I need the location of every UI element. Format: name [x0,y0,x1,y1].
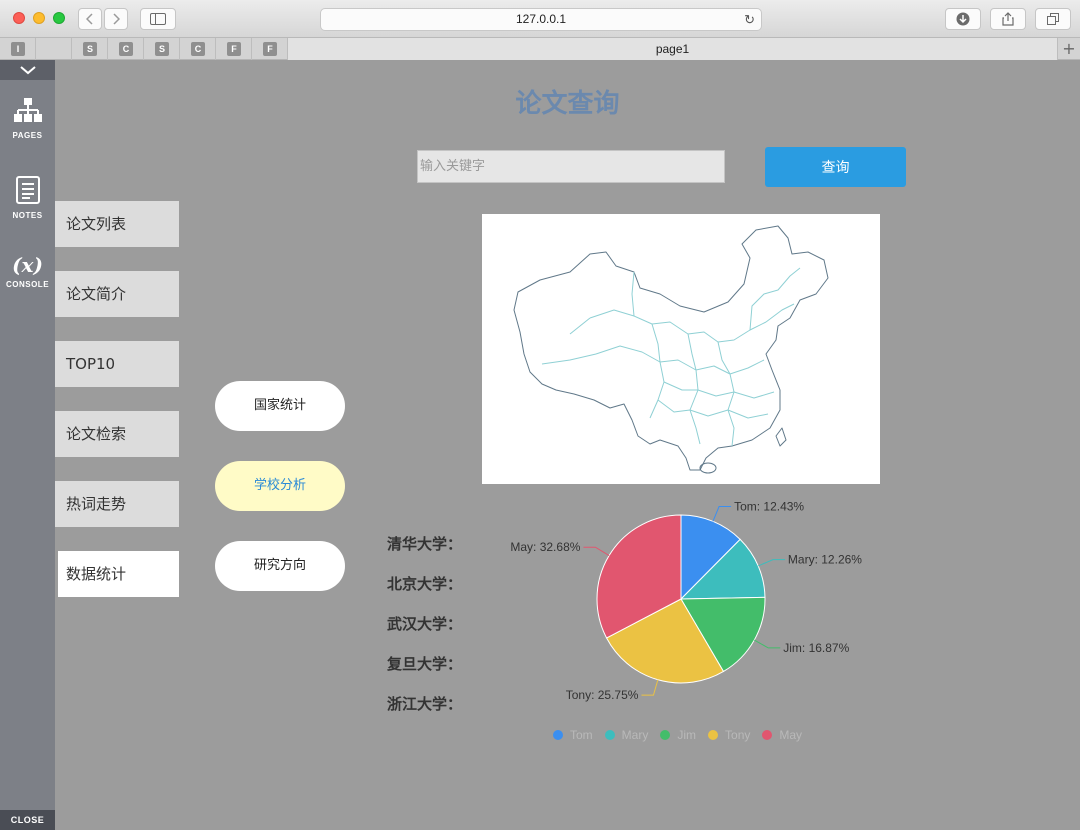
notes-label: NOTES [12,211,43,220]
pinned-tab-2[interactable] [36,38,72,60]
forward-button[interactable] [104,8,128,30]
university-label: 清华大学： [387,535,463,553]
subnav-school-analysis[interactable]: 学校分析 [215,461,345,511]
pages-tool[interactable]: PAGES [0,98,55,140]
subnav-country-stats[interactable]: 国家统计 [215,381,345,431]
chevron-right-icon [113,13,120,25]
address-bar[interactable]: 127.0.0.1 ↻ [320,8,762,31]
search-input[interactable] [417,150,725,183]
tool-strip: PAGES NOTES (x) CONSOLE CLOSE [0,60,55,830]
pie-chart-svg: Tom: 12.43% Mary: 12.26% Jim: 16.87% Tony: … [510,500,862,703]
university-label: 武汉大学： [387,615,463,633]
tabs-icon [1047,13,1059,25]
nav-item-paper-intro[interactable]: 论文简介 [55,271,179,317]
sidebar-toggle-button[interactable] [140,8,176,30]
pinned-tab-icon: F [263,42,277,56]
legend-item-tony[interactable]: Tony [708,728,750,742]
minimize-window-button[interactable] [33,12,45,24]
legend-swatch [604,730,615,740]
browser-titlebar: 127.0.0.1 ↻ [0,0,1080,38]
tab-page1[interactable]: page1 [288,38,1058,60]
download-icon [956,12,970,26]
university-label: 浙江大学： [387,695,463,713]
legend-item-may[interactable]: May [762,728,802,742]
nav-item-hotword-trend[interactable]: 热词走势 [55,481,179,527]
close-toolstrip-button[interactable]: CLOSE [0,810,55,830]
share-button[interactable] [990,8,1026,30]
pinned-tab-3[interactable]: S [72,38,108,60]
pinned-tab-icon: S [83,42,97,56]
university-label: 复旦大学： [387,655,463,673]
pie-data-label: Tom: 12.43% [734,500,804,514]
legend-swatch [660,730,671,740]
legend-label: May [779,728,803,742]
collapse-toolstrip-button[interactable] [0,60,55,80]
console-label: CONSOLE [5,280,50,289]
page-title: 论文查询 [515,89,620,119]
pinned-tab-6[interactable]: C [180,38,216,60]
console-tool[interactable]: (x) CONSOLE [0,253,55,289]
close-window-button[interactable] [13,12,25,24]
pie-data-label: Jim: 16.87% [783,641,849,655]
variable-icon: (x) [12,253,43,277]
chevron-down-icon [19,66,36,75]
nav-item-top10[interactable]: TOP10 [55,341,179,387]
pinned-tab-7[interactable]: F [216,38,252,60]
pie-leader-line [712,506,732,522]
pie-leader-line [758,559,785,567]
pinned-tab-icon: S [155,42,169,56]
legend-swatch [762,730,773,740]
pinned-tab-icon: I [11,42,25,56]
zoom-window-button[interactable] [53,12,65,24]
pinned-tab-icon: C [191,42,205,56]
legend-item-jim[interactable]: Jim [660,728,696,742]
legend-label: Jim [677,728,697,742]
sitemap-icon [13,98,42,122]
tabs-overview-button[interactable] [1035,8,1071,30]
query-button[interactable]: 查询 [765,147,906,187]
pinned-tab-5[interactable]: S [144,38,180,60]
legend-label: Tony [725,728,751,742]
new-tab-button[interactable]: + [1058,38,1080,60]
nav-item-paper-list[interactable]: 论文列表 [55,201,179,247]
back-button[interactable] [78,8,102,30]
pie-data-label: May: 32.68% [510,540,580,554]
legend-item-tom[interactable]: Tom [553,728,593,742]
china-map [482,214,880,484]
pie-leader-line [641,679,659,696]
notes-tool[interactable]: NOTES [0,176,55,220]
share-icon [1002,12,1014,26]
pinned-tab-icon: C [119,42,133,56]
chevron-left-icon [86,13,93,25]
pinned-tab-4[interactable]: C [108,38,144,60]
pinned-tab-icon: F [227,42,241,56]
pinned-tab-8[interactable]: F [252,38,288,60]
legend-item-mary[interactable]: Mary [604,728,649,742]
pie-leader-line [583,546,610,556]
pie-data-label: Mary: 12.26% [788,553,862,567]
pie-legend: Tom Mary Jim Tony May [553,728,814,742]
pie-chart: Tom: 12.43% Mary: 12.26% Jim: 16.87% Tony: … [480,485,910,755]
legend-swatch [708,730,719,740]
university-label: 北京大学： [387,575,463,593]
pie-leader-line [754,639,781,649]
pie-data-label: Tony: 25.75% [566,688,639,702]
sidebar-icon [150,13,166,25]
url-text: 127.0.0.1 [515,12,567,26]
nav-item-data-statistics[interactable]: 数据统计 [58,551,179,597]
pages-label: PAGES [12,131,43,140]
legend-label: Mary [621,728,649,742]
notes-icon [15,176,40,204]
subnav-research-direction[interactable]: 研究方向 [215,541,345,591]
pinned-tab-1[interactable]: I [0,38,36,60]
reload-icon[interactable]: ↻ [744,9,755,30]
downloads-button[interactable] [945,8,981,30]
legend-label: Tom [570,728,593,742]
china-map-graphic [513,225,829,474]
tab-bar: I S C S C F F page1 + [0,38,1080,60]
legend-swatch [553,730,563,740]
nav-item-paper-search[interactable]: 论文检索 [55,411,179,457]
